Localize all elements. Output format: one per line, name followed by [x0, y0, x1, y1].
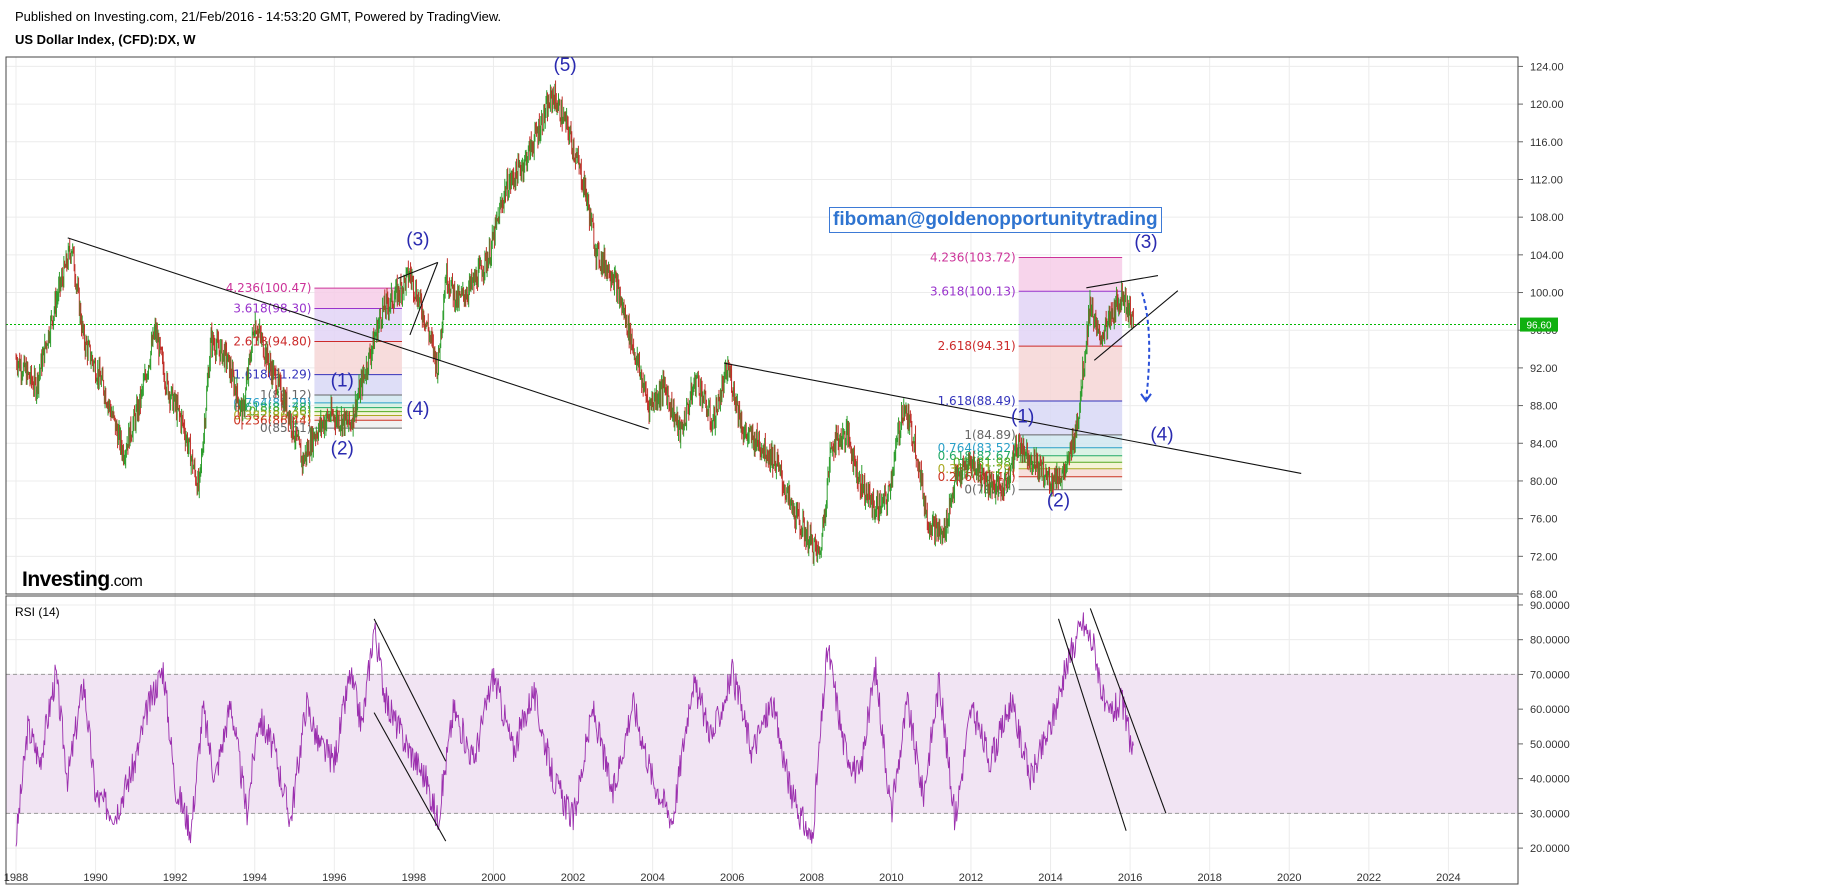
y-tick-label: 80.00 — [1530, 476, 1558, 488]
fib-level-label: 2.618(94.31) — [938, 339, 1016, 353]
fib-level-label: 2.618(94.80) — [233, 335, 311, 349]
rsi-y-tick-label: 60.0000 — [1530, 704, 1570, 716]
x-tick-label: 2004 — [640, 872, 664, 884]
wave-label: (4) — [1150, 424, 1173, 445]
fib-zone — [1018, 468, 1123, 477]
price-chart[interactable]: 4.236(100.47)3.618(98.30)2.618(94.80)1.6… — [0, 0, 1847, 891]
current-price-label: 96.60 — [1526, 321, 1551, 332]
rsi-y-tick-label: 50.0000 — [1530, 739, 1570, 751]
fib-level-label: 4.236(103.72) — [930, 250, 1016, 264]
fib-zone — [314, 402, 402, 408]
rsi-y-tick-label: 30.0000 — [1530, 808, 1570, 820]
wave-label: (5) — [553, 55, 576, 76]
logo-main: Investing — [22, 568, 110, 591]
investing-logo: Investing.com — [22, 568, 143, 592]
fib-zone — [1018, 257, 1123, 292]
x-tick-label: 2022 — [1357, 872, 1381, 884]
rsi-y-tick-label: 70.0000 — [1530, 669, 1570, 681]
y-tick-label: 108.00 — [1530, 212, 1564, 224]
y-tick-label: 84.00 — [1530, 438, 1558, 450]
wave-label: (3) — [406, 229, 429, 250]
fib-zone — [1018, 346, 1123, 401]
fib-level-label: 3.618(98.30) — [233, 302, 311, 316]
x-tick-label: 1996 — [322, 872, 346, 884]
x-tick-label: 2010 — [879, 872, 903, 884]
wave-label: (2) — [331, 439, 354, 460]
x-tick-label: 2024 — [1436, 872, 1460, 884]
y-tick-label: 92.00 — [1530, 363, 1558, 375]
wave-label: (2) — [1047, 490, 1070, 511]
y-tick-label: 120.00 — [1530, 99, 1564, 111]
x-tick-label: 1992 — [163, 872, 187, 884]
fib-zone — [1018, 476, 1123, 490]
y-tick-label: 124.00 — [1530, 61, 1564, 73]
wave-label: (1) — [331, 371, 354, 392]
x-tick-label: 2014 — [1038, 872, 1062, 884]
x-tick-label: 2000 — [481, 872, 505, 884]
rsi-overbought-oversold-band — [6, 674, 1518, 814]
wave-label: (3) — [1134, 232, 1157, 253]
rsi-y-tick-label: 40.0000 — [1530, 774, 1570, 786]
y-tick-label: 76.00 — [1530, 514, 1558, 526]
fib-level-label: 0(85.61) — [260, 421, 311, 435]
fib-level-label: 3.618(100.13) — [930, 284, 1016, 298]
y-tick-label: 116.00 — [1530, 137, 1563, 149]
x-tick-label: 2008 — [800, 872, 824, 884]
wave-label: (1) — [1011, 407, 1034, 428]
x-tick-label: 2018 — [1197, 872, 1221, 884]
wave-label: (4) — [406, 399, 429, 420]
projection-arrow — [1141, 292, 1151, 401]
x-tick-label: 2002 — [561, 872, 585, 884]
fib-level-label: 1(84.89) — [964, 428, 1015, 442]
x-tick-label: 2012 — [959, 872, 983, 884]
x-tick-label: 1990 — [83, 872, 107, 884]
price-pane-frame — [5, 56, 1519, 595]
fib-zone — [314, 341, 402, 375]
y-tick-label: 100.00 — [1530, 288, 1564, 300]
y-tick-label: 112.00 — [1530, 174, 1563, 186]
x-tick-label: 2006 — [720, 872, 744, 884]
rsi-y-tick-label: 20.0000 — [1530, 843, 1570, 855]
y-tick-label: 104.00 — [1530, 250, 1564, 262]
rsi-y-tick-label: 90.0000 — [1530, 600, 1570, 612]
rsi-y-tick-label: 80.0000 — [1530, 635, 1570, 647]
x-tick-label: 2020 — [1277, 872, 1301, 884]
x-tick-label: 1988 — [4, 872, 28, 884]
x-tick-label: 1994 — [242, 872, 266, 884]
fib-level-label: 4.236(100.47) — [226, 281, 312, 295]
triangle-upper-left — [397, 261, 438, 279]
author-watermark: fiboman@goldenopportunitytrading — [829, 207, 1162, 233]
y-tick-label: 72.00 — [1530, 551, 1558, 563]
x-tick-label: 2016 — [1118, 872, 1142, 884]
fib-zone — [314, 420, 402, 429]
y-tick-label: 88.00 — [1530, 401, 1558, 413]
x-tick-label: 1998 — [402, 872, 426, 884]
rsi-title: RSI (14) — [15, 605, 60, 619]
rsi-band — [6, 673, 1518, 814]
logo-suffix: .com — [109, 573, 143, 590]
